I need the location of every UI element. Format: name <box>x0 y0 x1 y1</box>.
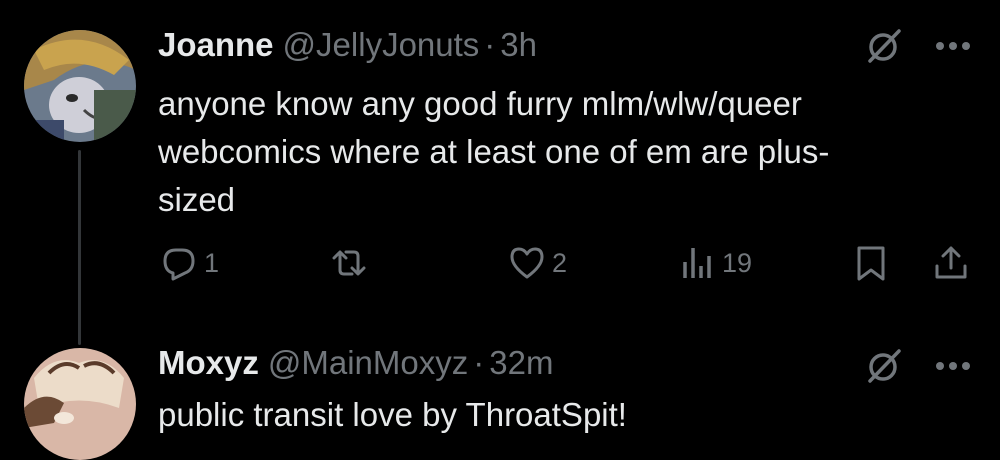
more-icon[interactable] <box>934 40 972 52</box>
display-name[interactable]: Joanne <box>158 26 274 64</box>
tweet-text-line: sized <box>158 181 236 218</box>
tweet-text: anyone know any good furry mlm/wlw/queer… <box>158 80 958 224</box>
bookmark-icon <box>857 246 885 281</box>
bookmark-button[interactable] <box>852 242 890 284</box>
reply-button[interactable]: 1 <box>160 242 219 284</box>
reply-count: 1 <box>204 247 220 278</box>
views-count: 19 <box>722 247 753 278</box>
like-button[interactable]: 2 <box>508 242 567 284</box>
tweet-header: Joanne @JellyJonuts · 3h <box>158 26 537 64</box>
tweet-text-line: anyone know any good furry mlm/wlw/queer <box>158 85 802 122</box>
more-icon[interactable] <box>934 360 972 372</box>
user-handle[interactable]: @MainMoxyz <box>268 344 468 382</box>
share-icon <box>935 246 967 279</box>
avatar-moxyz[interactable] <box>24 348 136 460</box>
thread-line <box>78 150 81 345</box>
grok-icon[interactable] <box>866 28 902 64</box>
views-icon <box>683 248 711 278</box>
user-handle[interactable]: @JellyJonuts <box>283 26 480 64</box>
separator: · <box>473 344 485 381</box>
tweet-text: public transit love by ThroatSpit! <box>158 396 627 433</box>
heart-icon <box>510 247 544 279</box>
display-name[interactable]: Moxyz <box>158 344 259 382</box>
timestamp[interactable]: 32m <box>489 344 553 382</box>
separator: · <box>484 26 496 63</box>
reply-icon <box>163 248 195 281</box>
grok-icon[interactable] <box>866 348 902 384</box>
like-count: 2 <box>552 247 568 278</box>
tweet-header: Moxyz @MainMoxyz · 32m <box>158 344 553 382</box>
retweet-icon <box>332 250 366 276</box>
share-button[interactable] <box>932 242 970 284</box>
timestamp[interactable]: 3h <box>500 26 537 64</box>
avatar-joanne[interactable] <box>24 30 136 142</box>
tweet-text-line: webcomics where at least one of em are p… <box>158 133 830 170</box>
retweet-button[interactable] <box>330 242 374 284</box>
views-button[interactable]: 19 <box>678 242 752 284</box>
